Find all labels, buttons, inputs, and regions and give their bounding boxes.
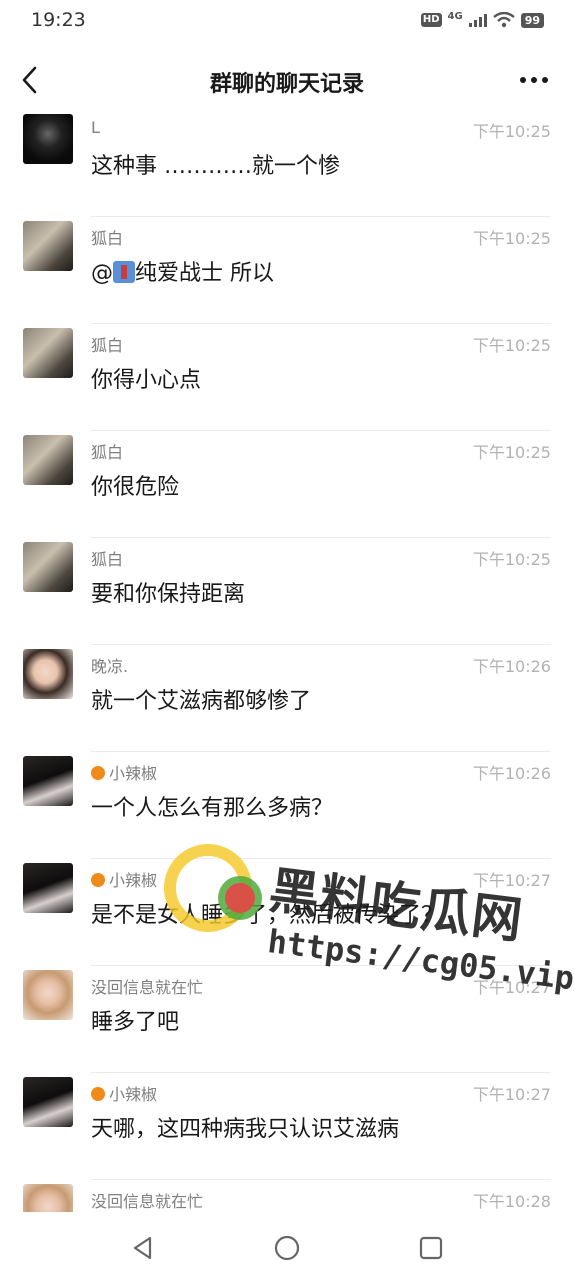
avatar[interactable] (23, 863, 73, 913)
circle-home-icon (274, 1235, 300, 1261)
avatar[interactable] (23, 1184, 73, 1212)
message-item[interactable]: 小辣椒 下午10:27 是不是女人睡多了，然后被传染了？ (0, 859, 574, 966)
message-time: 下午10:25 (472, 443, 551, 462)
sender-name: 小辣椒 (91, 1081, 157, 1105)
page-title: 群聊的聊天记录 (209, 72, 364, 97)
message-time: 下午10:27 (472, 871, 551, 890)
message-time: 下午10:27 (472, 978, 551, 997)
sender-name: 小辣椒 (91, 760, 157, 784)
avatar[interactable] (23, 435, 73, 485)
hd-icon: HD (420, 13, 442, 27)
status-time: 19:23 (31, 9, 86, 31)
avatar[interactable] (23, 328, 73, 378)
message-item[interactable]: 晚凉. 下午10:26 就一个艾滋病都够惨了 (0, 645, 574, 752)
message-text: 一个人怎么有那么多病？ (91, 796, 334, 821)
message-time: 下午10:25 (472, 122, 551, 141)
message-time: 下午10:28 (472, 1192, 551, 1211)
message-text: 要和你保持距离 (91, 582, 246, 607)
signal-icon (468, 14, 487, 27)
sender-name: 狐白 (91, 443, 124, 462)
status-bar: 19:23 HD 4G 99 (0, 0, 574, 44)
wifi-icon (492, 12, 515, 28)
orange-emoji-icon (91, 1087, 105, 1101)
message-item[interactable]: 没回信息就在忙 下午10:27 睡多了吧 (0, 966, 574, 1073)
nav-bar: 群聊的聊天记录 (0, 44, 574, 116)
orange-emoji-icon (91, 873, 105, 887)
network-type-label: 4G (447, 10, 463, 22)
message-time: 下午10:25 (472, 550, 551, 569)
message-text: 你很危险 (91, 475, 180, 500)
sender-name: 没回信息就在忙 (91, 978, 204, 997)
avatar[interactable] (23, 649, 73, 699)
sender-name: 没回信息就在忙 (91, 1192, 204, 1211)
message-text: 睡多了吧 (91, 1010, 180, 1035)
message-item[interactable]: 小辣椒 下午10:26 一个人怎么有那么多病？ (0, 752, 574, 859)
message-item[interactable]: 小辣椒 下午10:27 天哪，这四种病我只认识艾滋病 (0, 1073, 574, 1180)
system-recents-button[interactable] (415, 1232, 447, 1264)
message-text: 是不是女人睡多了，然后被传染了？ (91, 903, 444, 928)
message-text: 天哪，这四种病我只认识艾滋病 (91, 1117, 400, 1142)
more-dots-icon (520, 77, 548, 83)
avatar[interactable] (23, 221, 73, 271)
message-time: 下午10:27 (472, 1085, 551, 1104)
mention-prefix: @ (91, 261, 113, 286)
message-text: 你得小心点 (91, 368, 202, 393)
message-list[interactable]: L 下午10:25 这种事 …………就一个惨 狐白 下午10:25 @ 纯爱战士 … (0, 110, 574, 1212)
orange-emoji-icon (91, 766, 105, 780)
more-button[interactable] (518, 68, 550, 92)
avatar[interactable] (23, 542, 73, 592)
sender-name: 狐白 (91, 336, 124, 355)
office-worker-emoji-icon (113, 261, 135, 283)
avatar[interactable] (23, 1077, 73, 1127)
avatar[interactable] (23, 970, 73, 1020)
message-item[interactable]: L 下午10:25 这种事 …………就一个惨 (0, 110, 574, 217)
message-item[interactable]: 狐白 下午10:25 你得小心点 (0, 324, 574, 431)
system-back-button[interactable] (128, 1232, 160, 1264)
sender-name: 小辣椒 (91, 867, 157, 891)
message-time: 下午10:25 (472, 229, 551, 248)
mention-text: 纯爱战士 所以 (135, 261, 274, 286)
sender-name: 狐白 (91, 550, 124, 569)
message-item[interactable]: 狐白 下午10:25 你很危险 (0, 431, 574, 538)
message-time: 下午10:26 (472, 657, 551, 676)
sender-name: 狐白 (91, 229, 124, 248)
message-item[interactable]: 狐白 下午10:25 @ 纯爱战士 所以 (0, 217, 574, 324)
status-icons: HD 4G 99 (420, 10, 544, 28)
triangle-back-icon (133, 1236, 152, 1260)
battery-icon: 99 (520, 12, 544, 28)
message-item[interactable]: 没回信息就在忙 下午10:28 (0, 1180, 574, 1212)
message-time: 下午10:25 (472, 336, 551, 355)
avatar[interactable] (23, 756, 73, 806)
sender-name: 晚凉. (91, 657, 129, 676)
message-text: 就一个艾滋病都够惨了 (91, 689, 312, 714)
system-home-button[interactable] (271, 1232, 303, 1264)
system-nav-bar (0, 1212, 574, 1280)
avatar[interactable] (23, 114, 73, 164)
sender-name: L (91, 118, 100, 137)
message-time: 下午10:26 (472, 764, 551, 783)
message-text: @ 纯爱战士 所以 (91, 255, 274, 287)
message-item[interactable]: 狐白 下午10:25 要和你保持距离 (0, 538, 574, 645)
message-text: 这种事 …………就一个惨 (91, 154, 340, 179)
sender-name-text: 小辣椒 (109, 1085, 158, 1104)
sender-name-text: 小辣椒 (109, 764, 158, 783)
square-recents-icon (419, 1236, 443, 1260)
sender-name-text: 小辣椒 (109, 871, 158, 890)
